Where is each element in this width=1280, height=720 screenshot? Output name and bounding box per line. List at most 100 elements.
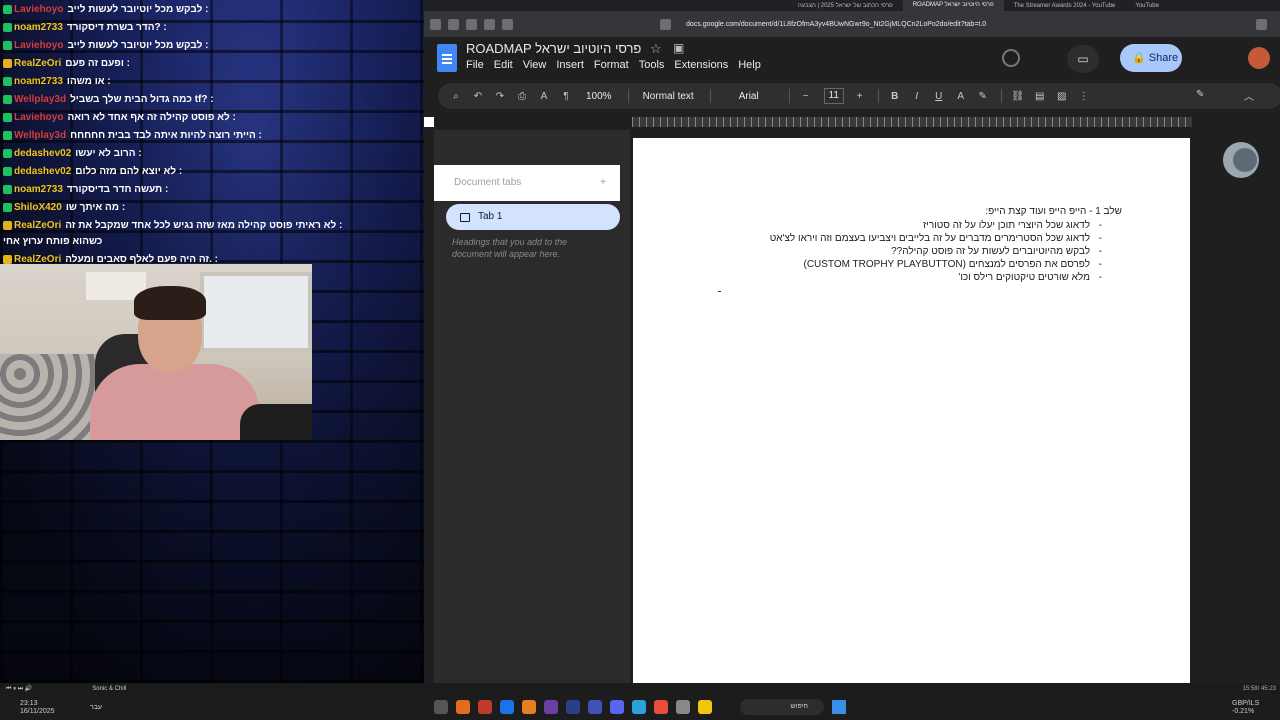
- tab-1[interactable]: Tab 1: [446, 204, 620, 230]
- folder-icon[interactable]: [698, 700, 712, 714]
- star-icon[interactable]: ☆: [650, 41, 662, 57]
- ruler-corner: [424, 117, 434, 127]
- bold-icon[interactable]: B: [885, 91, 905, 102]
- undo-icon[interactable]: ↶: [468, 91, 488, 102]
- style-select[interactable]: Normal text: [635, 91, 702, 102]
- add-tab-icon[interactable]: +: [600, 165, 606, 201]
- move-folder-icon[interactable]: ▣: [673, 41, 684, 55]
- menu-extensions[interactable]: Extensions: [674, 59, 728, 71]
- highlight-icon[interactable]: ✎: [973, 91, 993, 102]
- app-icon[interactable]: [500, 700, 514, 714]
- bookmark-icon[interactable]: [484, 18, 495, 30]
- sidebar-icon[interactable]: [502, 18, 513, 30]
- chat-username: Laviehoyo: [14, 39, 64, 51]
- menu-icon[interactable]: [430, 18, 441, 30]
- reload-icon[interactable]: [660, 18, 671, 30]
- comment-icon[interactable]: ▤: [1030, 91, 1050, 102]
- app-icon[interactable]: [522, 700, 536, 714]
- paint-format-icon[interactable]: ¶: [556, 91, 576, 102]
- text-color-icon[interactable]: A: [951, 91, 971, 102]
- avatar[interactable]: [1248, 47, 1270, 69]
- app-icon[interactable]: [456, 700, 470, 714]
- app-icon[interactable]: [676, 700, 690, 714]
- shield-icon[interactable]: [448, 18, 459, 30]
- moon-icon[interactable]: [1223, 142, 1259, 178]
- app-icon[interactable]: [544, 700, 558, 714]
- browser-tab[interactable]: YouTube: [1125, 3, 1169, 9]
- spellcheck-icon[interactable]: A: [534, 91, 554, 102]
- chat-text: לא פוסט קהילה זה אף אחד לא רואה :: [67, 111, 236, 123]
- bullet-line: לבקש מהיוטיוברים לעשות על זה פוסט קהילה?…: [891, 246, 1090, 257]
- media-controls-icon[interactable]: ⏮ ⏸ ⏭ 🔊: [6, 685, 32, 693]
- start-icon[interactable]: [832, 700, 846, 714]
- menu-tools[interactable]: Tools: [639, 59, 665, 71]
- extension-icon[interactable]: [466, 18, 477, 30]
- menu-file[interactable]: File: [466, 59, 484, 71]
- badge-icon: [3, 76, 12, 86]
- app-icon[interactable]: [434, 700, 448, 714]
- heading-line: שלב 1 - הייפ הייפ ועוד קצת הייפ:: [985, 206, 1122, 217]
- bullet-mark: -: [1098, 272, 1102, 283]
- print-icon[interactable]: ⎙: [512, 91, 532, 102]
- version-history-icon[interactable]: [1002, 49, 1020, 67]
- more-icon[interactable]: ⋮: [1074, 91, 1094, 102]
- search-icon[interactable]: ⌕: [446, 91, 466, 102]
- chat-username: Wellplay3d: [14, 93, 67, 105]
- plus-icon[interactable]: +: [850, 91, 870, 102]
- underline-icon[interactable]: U: [929, 91, 949, 102]
- badge-icon: [3, 130, 12, 140]
- menu-insert[interactable]: Insert: [556, 59, 584, 71]
- bullet-line: לפרסם את הפרסים למנצחים (CUSTOM TROPHY P…: [803, 259, 1090, 270]
- language-indicator[interactable]: עבר: [90, 704, 102, 711]
- zoom-select[interactable]: 100%: [578, 91, 620, 102]
- chat-text: לבקש מכל יוטיובר לעשות לייב :: [67, 3, 209, 15]
- browser-tab[interactable]: The Streamer Awards 2024 - YouTube: [1004, 3, 1126, 9]
- app-icon[interactable]: [632, 700, 646, 714]
- chat-text: ופעם זה פעם :: [65, 57, 130, 69]
- ruler[interactable]: [632, 117, 1192, 127]
- menu-help[interactable]: Help: [738, 59, 761, 71]
- chevron-up-icon[interactable]: ︿: [1244, 88, 1254, 103]
- chat-message: Wellplay3d הייתי רוצה להיות איתה לבד בבית…: [0, 126, 424, 144]
- redo-icon[interactable]: ↷: [490, 91, 510, 102]
- star-icon[interactable]: [1256, 18, 1267, 30]
- share-button[interactable]: 🔒 Share: [1120, 44, 1182, 72]
- share-label: Share: [1148, 52, 1179, 64]
- url-field[interactable]: docs.google.com/document/d/1L8fzOfmA3yv4…: [686, 21, 1256, 28]
- app-icon[interactable]: [610, 700, 624, 714]
- format-toolbar: ⌕ ↶ ↷ ⎙ A ¶ 100% Normal text Arial − 11 …: [438, 83, 1280, 109]
- clock: 23:13 16/11/2025: [20, 700, 55, 716]
- chat-username: noam2733: [14, 183, 63, 195]
- document-title[interactable]: ROADMAP פרסי היוטיוב ישראל: [466, 41, 641, 56]
- menu-format[interactable]: Format: [594, 59, 629, 71]
- app-icon[interactable]: [654, 700, 668, 714]
- italic-icon[interactable]: I: [907, 91, 927, 102]
- badge-icon: [3, 148, 12, 158]
- font-select[interactable]: Arial: [731, 91, 767, 102]
- font-size-input[interactable]: 11: [823, 88, 844, 104]
- meet-icon[interactable]: ▭: [1067, 45, 1099, 73]
- app-icon[interactable]: [588, 700, 602, 714]
- browser-tab[interactable]: פרסי הכתוב של ישראל 2025 | הצבעה: [788, 3, 903, 9]
- search-box[interactable]: חיפוש: [740, 699, 824, 715]
- media-bar: ⏮ ⏸ ⏭ 🔊 Sonic & Chill 15:58/ 45:23: [0, 683, 1280, 694]
- minus-icon[interactable]: −: [796, 91, 816, 102]
- chat-text: הייתי רוצה להיות איתה לבד בבית חחחחח :: [70, 129, 262, 141]
- document-page[interactable]: שלב 1 - הייפ הייפ ועוד קצת הייפ: לדאוג ש…: [633, 138, 1190, 683]
- edit-mode-icon[interactable]: ✎: [1196, 89, 1204, 100]
- address-bar: docs.google.com/document/d/1L8fzOfmA3yv4…: [424, 11, 1280, 37]
- menu-view[interactable]: View: [523, 59, 547, 71]
- currency-widget[interactable]: GBP/ILS -0.21%: [1232, 700, 1259, 716]
- badge-icon: [3, 166, 12, 176]
- bullet-mark: -: [1098, 246, 1102, 257]
- link-icon[interactable]: ⛓: [1008, 91, 1028, 102]
- docs-logo-icon[interactable]: [437, 44, 457, 72]
- chat-text: מה איתך שו :: [65, 201, 126, 213]
- menu-edit[interactable]: Edit: [494, 59, 513, 71]
- app-icon[interactable]: [478, 700, 492, 714]
- image-icon[interactable]: ▨: [1052, 91, 1072, 102]
- app-icon[interactable]: [566, 700, 580, 714]
- document-icon: [460, 213, 470, 222]
- webcam-desk: [240, 404, 312, 440]
- browser-tab-active[interactable]: ROADMAP פרסי היוטיוב ישראל: [902, 0, 1004, 11]
